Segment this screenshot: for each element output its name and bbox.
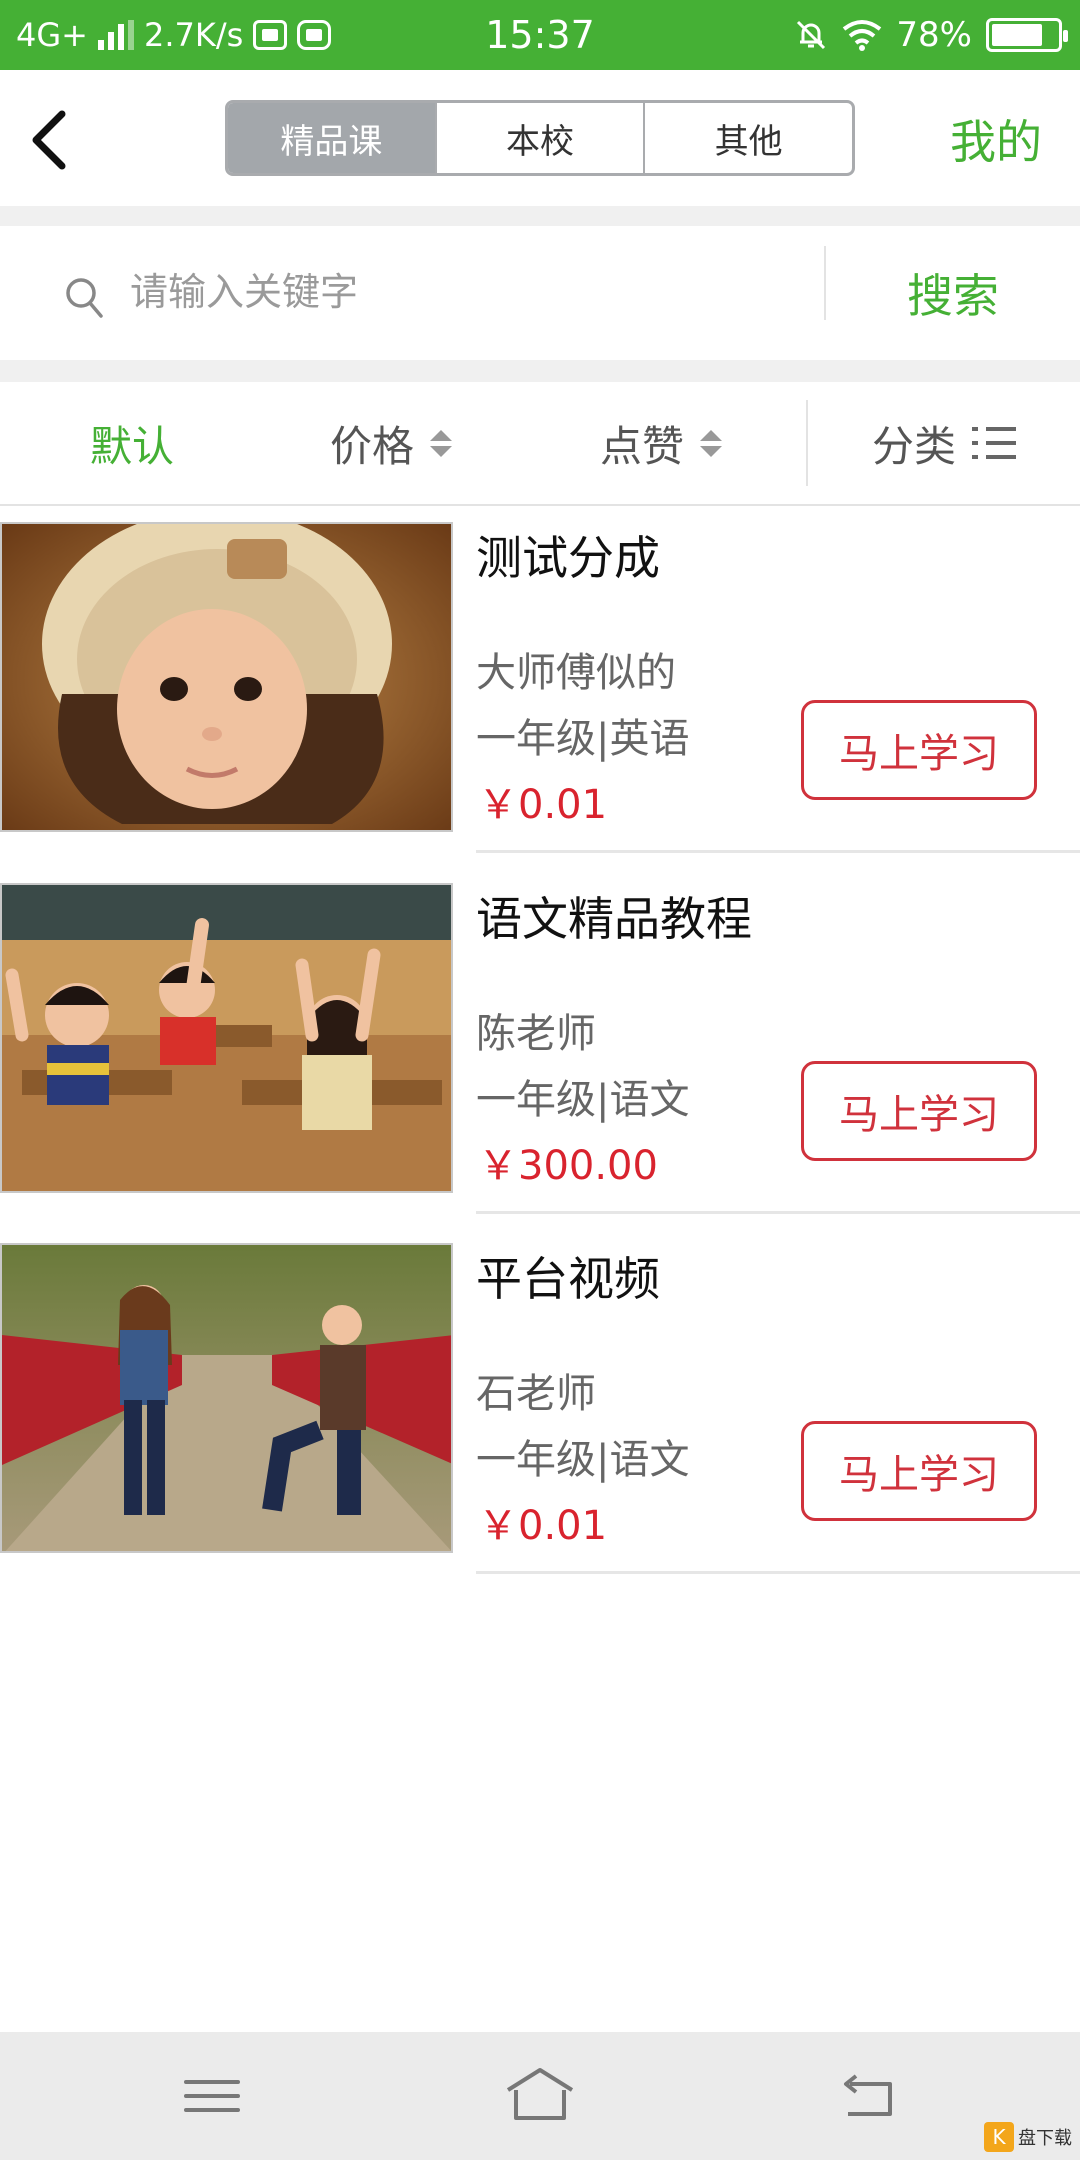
battery-icon bbox=[986, 18, 1068, 52]
search-icon bbox=[66, 278, 103, 318]
watermark-logo: K 盘下载 bbox=[984, 2122, 1072, 2152]
row-divider bbox=[476, 850, 1080, 853]
sort-arrows-icon bbox=[430, 429, 453, 457]
battery-fill bbox=[992, 24, 1042, 46]
course-item[interactable]: 语文精品教程 陈老师 一年级|语文 ￥300.00 马上学习 bbox=[0, 883, 1080, 1245]
section-gap bbox=[0, 360, 1080, 382]
course-thumbnail[interactable] bbox=[0, 522, 453, 832]
section-gap bbox=[0, 206, 1080, 226]
course-price: ￥0.01 bbox=[478, 782, 608, 828]
tab-other[interactable]: 其他 bbox=[643, 103, 852, 173]
learn-now-button[interactable]: 马上学习 bbox=[801, 1061, 1037, 1161]
course-teacher: 大师傅似的 bbox=[476, 650, 676, 696]
status-bar: 4G+ 2.7K/s 15:37 78% bbox=[0, 0, 1080, 70]
course-teacher: 石老师 bbox=[476, 1371, 596, 1417]
wifi-icon bbox=[843, 20, 882, 51]
course-price: ￥300.00 bbox=[478, 1143, 658, 1189]
search-bar: 搜索 bbox=[0, 226, 1080, 360]
filter-bar: 默认 价格 点赞 分类 bbox=[0, 382, 1080, 506]
course-type-tabs: 精品课 本校 其他 bbox=[225, 100, 855, 176]
status-right: 78% bbox=[794, 0, 1068, 70]
course-grade: 一年级|英语 bbox=[476, 716, 690, 762]
tab-premium[interactable]: 精品课 bbox=[228, 103, 435, 173]
sort-default[interactable]: 默认 bbox=[90, 382, 174, 504]
sort-likes[interactable]: 点赞 bbox=[600, 382, 723, 504]
home-icon[interactable] bbox=[500, 2056, 580, 2136]
category-label: 分类 bbox=[872, 421, 957, 471]
course-thumbnail[interactable] bbox=[0, 883, 453, 1193]
tab-school[interactable]: 本校 bbox=[434, 103, 644, 173]
sort-price[interactable]: 价格 bbox=[330, 382, 453, 504]
sort-likes-label: 点赞 bbox=[600, 421, 685, 471]
watermark-badge: K bbox=[984, 2122, 1014, 2152]
system-nav-bar: K 盘下载 bbox=[0, 2032, 1080, 2160]
menu-icon[interactable] bbox=[172, 2056, 252, 2136]
back-icon[interactable] bbox=[830, 2056, 910, 2136]
row-divider bbox=[476, 1571, 1080, 1574]
header: 精品课 本校 其他 我的 bbox=[0, 70, 1080, 206]
course-grade: 一年级|语文 bbox=[476, 1437, 690, 1483]
course-thumbnail[interactable] bbox=[0, 1243, 453, 1553]
filter-divider bbox=[806, 400, 808, 486]
course-item[interactable]: 平台视频 石老师 一年级|语文 ￥0.01 马上学习 bbox=[0, 1243, 1080, 1605]
course-teacher: 陈老师 bbox=[476, 1011, 596, 1057]
course-item[interactable]: 测试分成 大师傅似的 一年级|英语 ￥0.01 马上学习 bbox=[0, 522, 1080, 884]
category-filter[interactable]: 分类 bbox=[872, 382, 1017, 504]
back-arrow-icon[interactable] bbox=[18, 100, 88, 180]
sort-arrows-icon bbox=[700, 429, 723, 457]
course-title[interactable]: 平台视频 bbox=[476, 1243, 660, 1309]
learn-now-button[interactable]: 马上学习 bbox=[801, 1421, 1037, 1521]
course-title[interactable]: 语文精品教程 bbox=[476, 883, 752, 949]
search-button[interactable]: 搜索 bbox=[826, 226, 1080, 360]
watermark-text: 盘下载 bbox=[1018, 2128, 1072, 2149]
learn-now-button[interactable]: 马上学习 bbox=[801, 700, 1037, 800]
course-grade: 一年级|语文 bbox=[476, 1077, 690, 1123]
course-price: ￥0.01 bbox=[478, 1503, 608, 1549]
search-input[interactable] bbox=[130, 260, 810, 324]
course-title[interactable]: 测试分成 bbox=[476, 522, 660, 588]
list-icon bbox=[972, 427, 1017, 459]
sort-price-label: 价格 bbox=[330, 421, 415, 471]
row-divider bbox=[476, 1211, 1080, 1214]
mine-button[interactable]: 我的 bbox=[950, 106, 1042, 172]
sort-default-label: 默认 bbox=[90, 421, 175, 471]
mute-icon bbox=[797, 20, 826, 50]
battery-percent: 78% bbox=[896, 15, 972, 55]
